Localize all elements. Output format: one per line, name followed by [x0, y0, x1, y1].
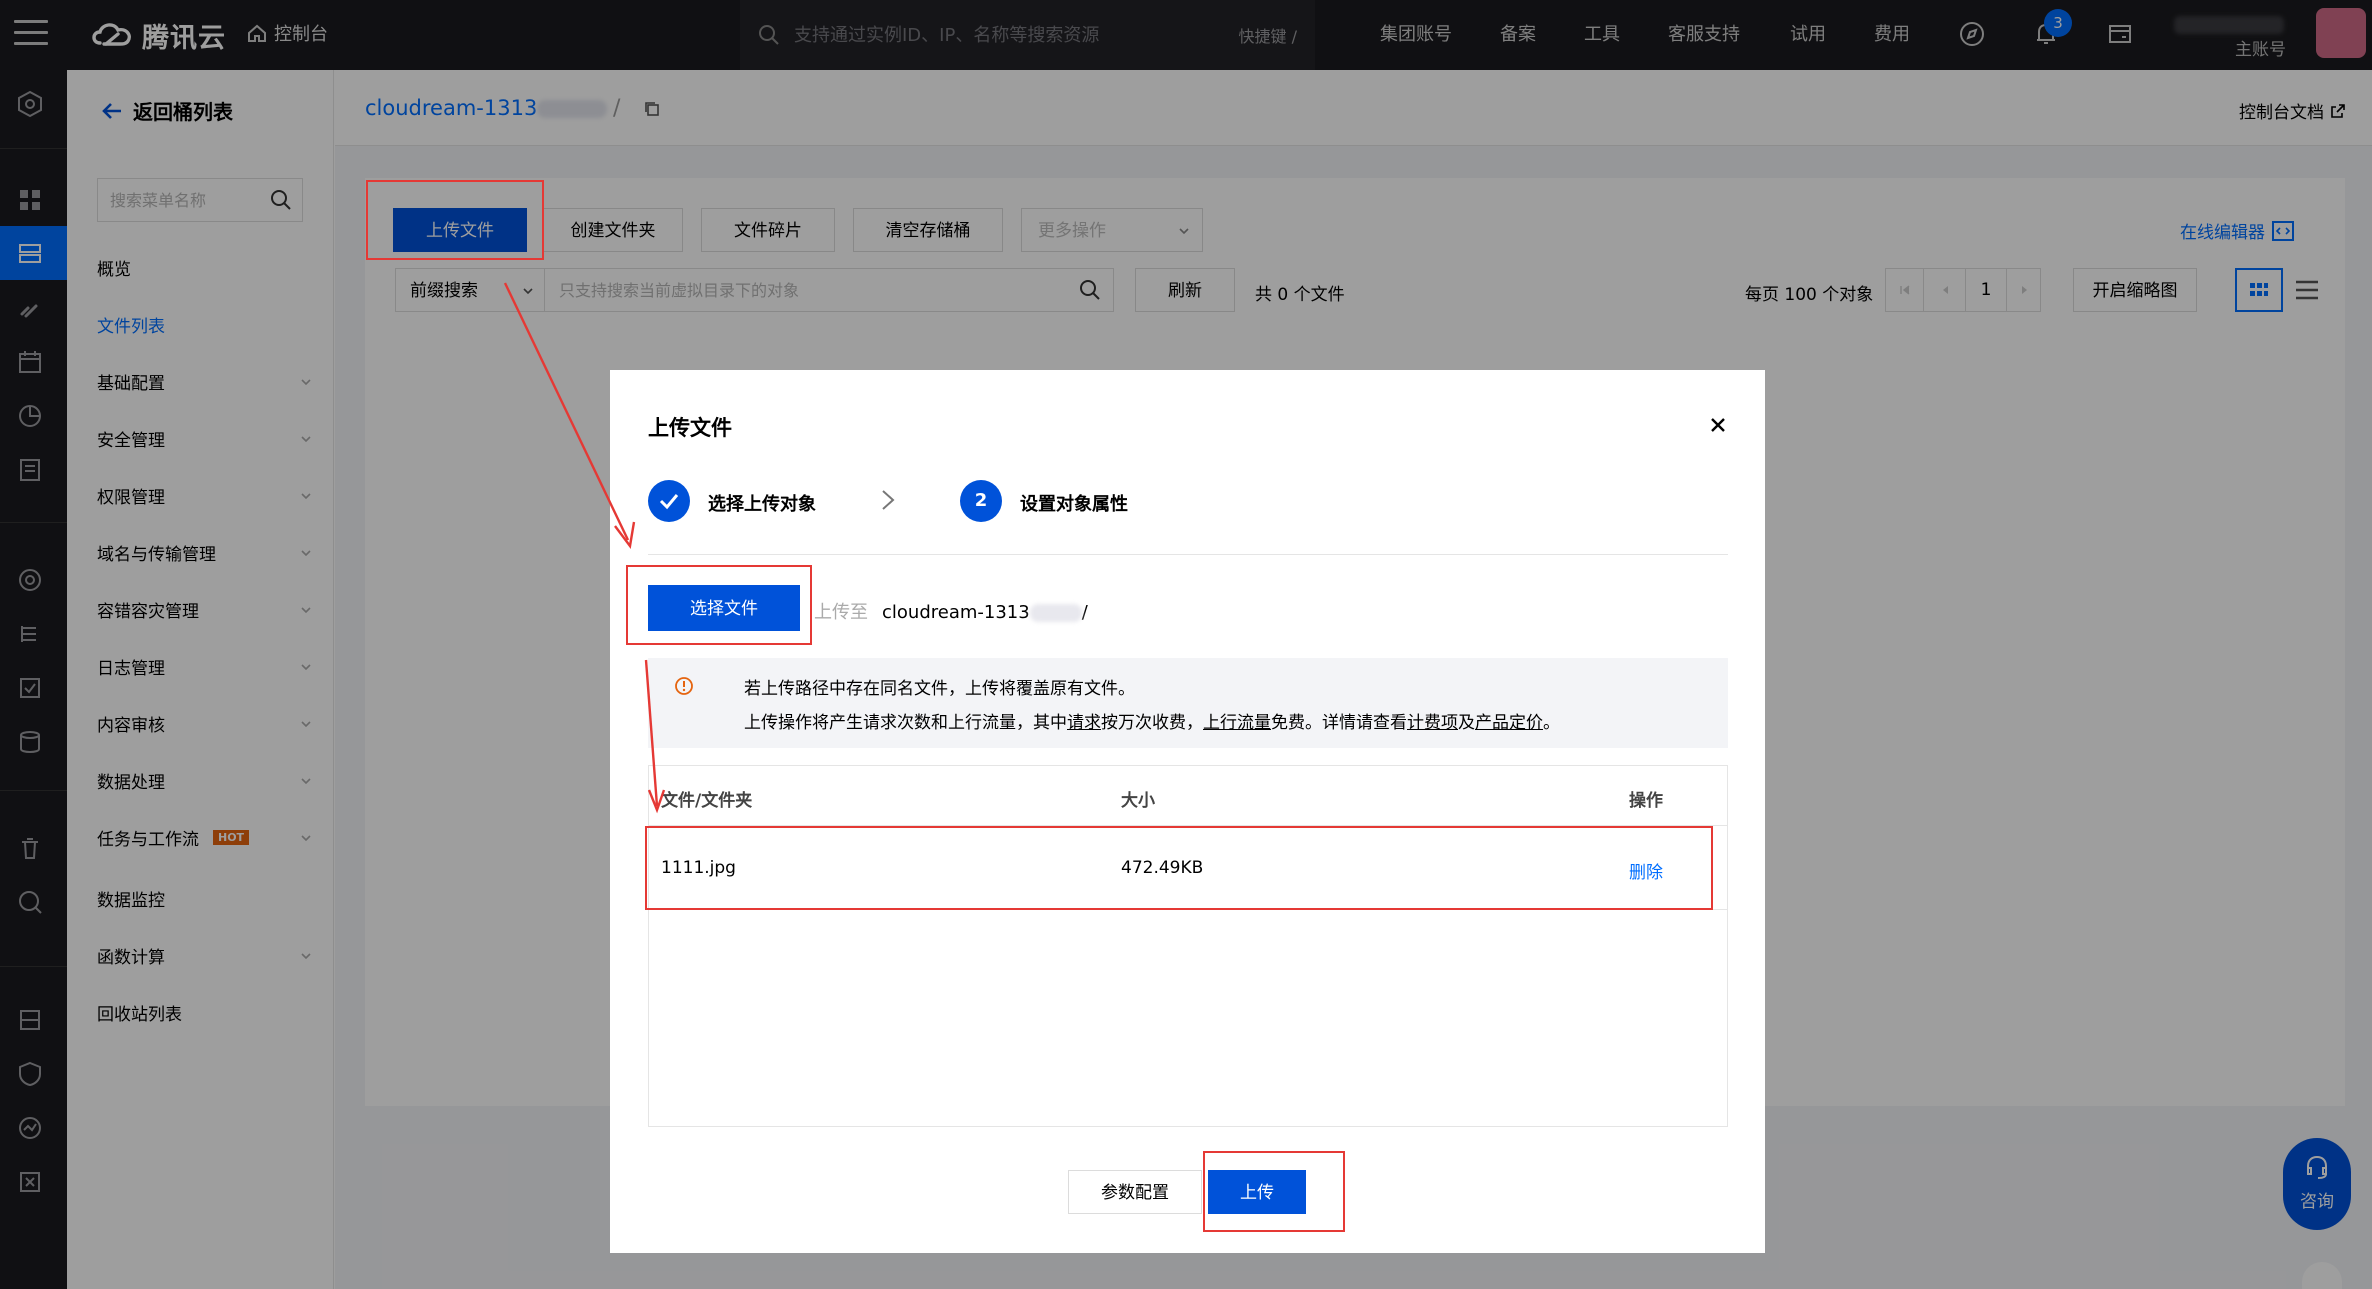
- warning-icon: [675, 677, 693, 695]
- step-2-label: 设置对象属性: [1020, 494, 1128, 515]
- notice-text: 。: [1543, 713, 1560, 733]
- upload-path: cloudream-1313: [882, 602, 1030, 623]
- dialog-title: 上传文件: [648, 416, 732, 440]
- pricing-link[interactable]: 产品定价: [1475, 713, 1543, 733]
- upload-destination: 上传至 cloudream-1313 /: [814, 598, 1088, 624]
- notice-overwrite: 若上传路径中存在同名文件，上传将覆盖原有文件。: [744, 679, 1135, 699]
- column-name: 文件/文件夹: [661, 791, 753, 811]
- column-size: 大小: [1121, 791, 1155, 811]
- annotation-box-select-file: [626, 565, 812, 645]
- upload-path-tail: /: [1081, 602, 1088, 623]
- notice-text: 按万次收费，: [1101, 713, 1203, 733]
- traffic-link[interactable]: 上行流量: [1203, 713, 1271, 733]
- notice-text: 上传操作将产生请求次数和上行流量，其中: [744, 713, 1067, 733]
- close-icon[interactable]: [1707, 414, 1729, 436]
- column-action: 操作: [1629, 791, 1663, 811]
- params-config-button[interactable]: 参数配置: [1068, 1170, 1202, 1214]
- upload-notice: 若上传路径中存在同名文件，上传将覆盖原有文件。 上传操作将产生请求次数和上行流量…: [648, 658, 1728, 748]
- upload-to-label: 上传至: [814, 602, 868, 623]
- step-1-label: 选择上传对象: [708, 494, 816, 515]
- notice-billing: 上传操作将产生请求次数和上行流量，其中请求按万次收费，上行流量免费。详情请查看计…: [744, 708, 1560, 733]
- notice-text: 免费。详情请查看: [1271, 713, 1407, 733]
- upload-file-dialog: 上传文件 选择上传对象 2 设置对象属性 选择文件 上传至 cloudream-1…: [610, 370, 1765, 1253]
- billing-items-link[interactable]: 计费项: [1407, 713, 1458, 733]
- annotation-box-upload-file: [366, 180, 544, 260]
- notice-text: 及: [1458, 713, 1475, 733]
- upload-path-masked: [1029, 604, 1082, 622]
- requests-link[interactable]: 请求: [1067, 713, 1101, 733]
- step-1-done: [648, 480, 690, 522]
- chevron-right-icon: [882, 490, 895, 510]
- table-header: 文件/文件夹 大小 操作: [649, 766, 1727, 826]
- annotation-box-upload: [1203, 1151, 1345, 1232]
- step-divider: [648, 554, 1728, 555]
- file-table: 文件/文件夹 大小 操作 1111.jpg 472.49KB 删除: [648, 765, 1728, 1127]
- step-2-number: 2: [960, 480, 1002, 522]
- check-icon: [659, 494, 679, 510]
- annotation-box-file-row: [645, 826, 1713, 910]
